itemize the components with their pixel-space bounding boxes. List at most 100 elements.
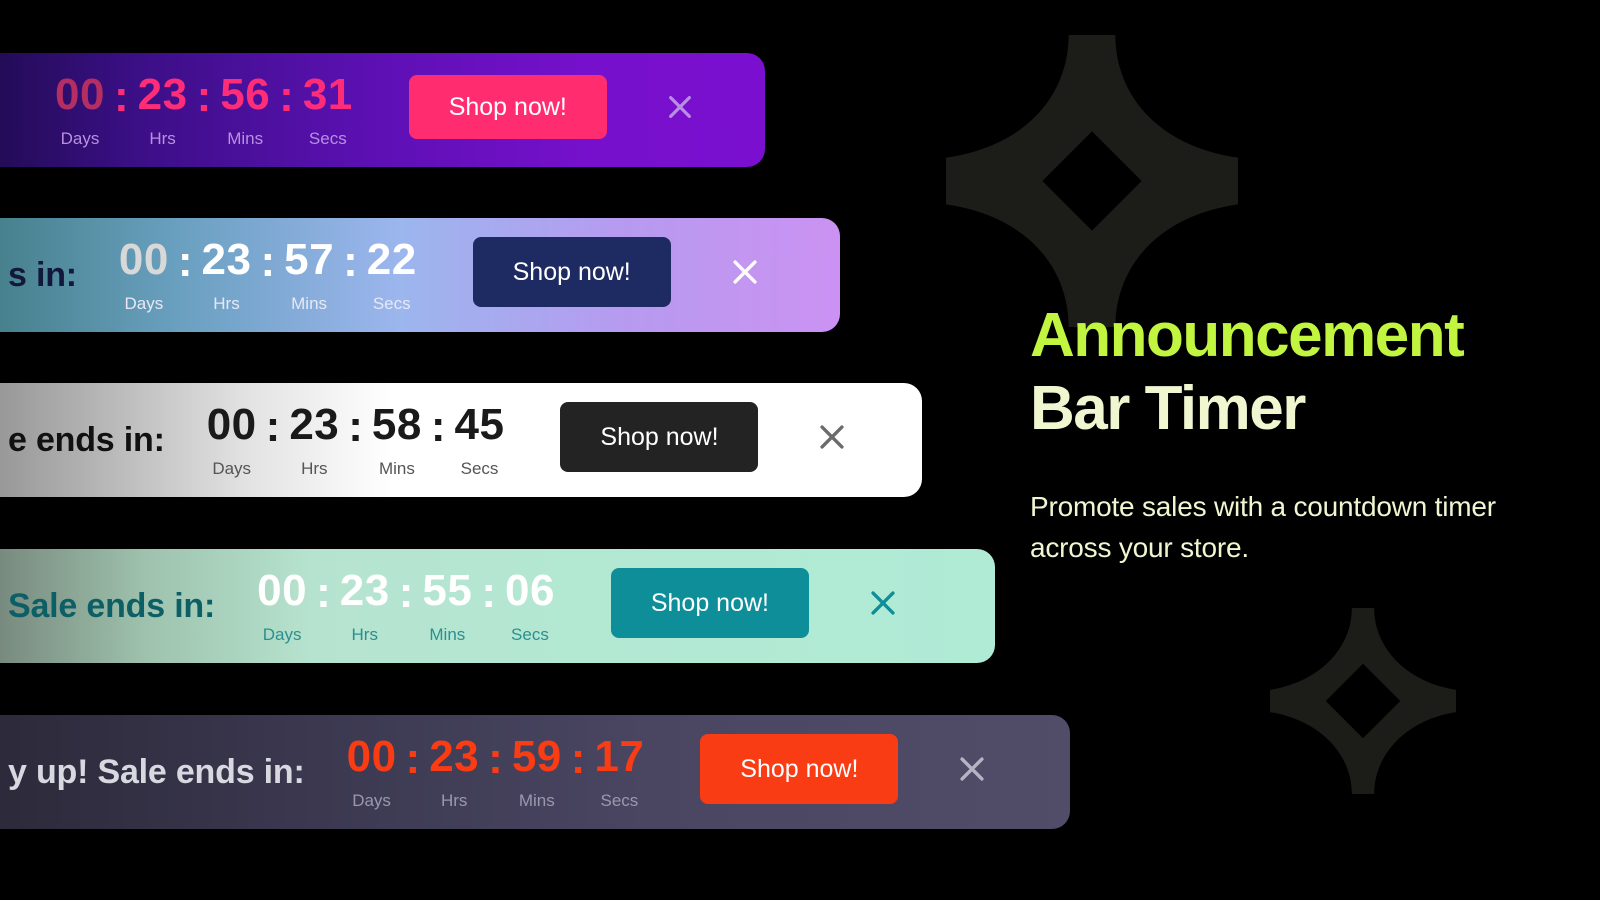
timer-unit-label: Secs [600, 791, 639, 810]
shop-now-button[interactable]: Shop now! [472, 237, 671, 307]
timer-unit-days: 00 Days [118, 235, 169, 313]
timer-unit-value: 17 [594, 732, 645, 781]
timer-unit-label: Days [262, 625, 302, 644]
timer-unit-value: 00 [55, 70, 105, 119]
timer-unit-days: 00 Days [206, 400, 257, 478]
timer-unit-label: Hrs [213, 294, 240, 313]
timer-unit-value: 22 [366, 235, 417, 284]
announcement-bar-label: s in: [8, 255, 77, 294]
shop-now-button[interactable]: Shop now! [408, 75, 607, 139]
timer-unit-label: Hrs [351, 625, 378, 644]
hero-subcopy: Promote sales with a countdown timer acr… [1030, 491, 1496, 563]
announcement-bar: s in: 00 Days:23 Hrs:57 Mins:22 Secs Shop now! [0, 218, 840, 332]
timer-unit-label: Mins [291, 294, 328, 313]
timer-unit-label: Secs [460, 459, 499, 478]
timer-unit-mins: 55 Mins [422, 566, 473, 644]
timer-unit-label: Mins [429, 625, 466, 644]
timer-unit-value: 06 [504, 566, 555, 615]
timer-unit-label: Secs [372, 294, 411, 313]
timer-unit-value: 31 [302, 70, 353, 119]
timer-unit-value: 00 [257, 566, 308, 615]
announcement-bar-label: e ends in: [8, 420, 165, 459]
timer-unit-label: Days [60, 129, 100, 148]
timer-unit-value: 57 [284, 235, 335, 284]
announcement-bar: 00 Days:23 Hrs:56 Mins:31 Secs Shop now! [0, 53, 765, 167]
timer-unit-value: 58 [371, 400, 422, 449]
timer-unit-mins: 57 Mins [284, 235, 335, 313]
timer-separator: : [405, 734, 421, 783]
timer-unit-mins: 59 Mins [511, 732, 562, 810]
headline-line-2: Bar Timer [1030, 373, 1306, 443]
timer-unit-secs: 06 Secs [504, 566, 555, 644]
timer-separator: : [177, 237, 193, 286]
announcement-bar: Sale ends in: 00 Days:23 Hrs:55 Mins:06 Secs S… [0, 549, 995, 663]
close-icon[interactable] [721, 248, 769, 296]
close-icon[interactable] [859, 579, 907, 627]
shop-now-button[interactable]: Shop now! [700, 734, 899, 804]
timer-separator: : [113, 72, 129, 121]
timer-unit-label: Hrs [301, 459, 328, 478]
timer-unit-value: 56 [220, 70, 271, 119]
timer-unit-hrs: 23 Hrs [289, 400, 340, 478]
timer-unit-value: 55 [422, 566, 473, 615]
timer-unit-label: Hrs [149, 129, 176, 148]
timer-unit-value: 23 [339, 566, 390, 615]
timer-unit-value: 23 [289, 400, 340, 449]
timer-unit-secs: 22 Secs [366, 235, 417, 313]
countdown-timer: 00 Days:23 Hrs:56 Mins:31 Secs [55, 70, 353, 148]
timer-separator: : [265, 402, 281, 451]
timer-separator: : [570, 734, 586, 783]
timer-unit-secs: 17 Secs [594, 732, 645, 810]
timer-unit-label: Mins [378, 459, 415, 478]
hero-copy: Announcement Bar Timer Promote sales wit… [1030, 300, 1550, 569]
timer-separator: : [260, 237, 276, 286]
timer-separator: : [196, 72, 212, 121]
timer-unit-label: Days [124, 294, 164, 313]
timer-separator: : [348, 402, 363, 451]
timer-unit-secs: 45 Secs [454, 400, 505, 478]
timer-unit-value: 00 [206, 400, 257, 449]
timer-unit-label: Days [352, 791, 391, 810]
close-icon[interactable] [657, 84, 703, 130]
timer-unit-hrs: 23 Hrs [201, 235, 252, 313]
timer-separator: : [343, 237, 358, 286]
announcement-bar-label: y up! Sale ends in: [8, 752, 305, 791]
shop-now-button[interactable]: Shop now! [560, 402, 759, 472]
timer-unit-value: 00 [346, 732, 397, 781]
timer-unit-value: 23 [429, 732, 480, 781]
announcement-bar: e ends in: 00 Days:23 Hrs:58 Mins:45 Secs Shop… [0, 383, 922, 497]
timer-unit-hrs: 23 Hrs [429, 732, 480, 810]
page-title: Announcement Bar Timer [1030, 300, 1550, 445]
shop-now-button[interactable]: Shop now! [610, 568, 809, 638]
timer-unit-mins: 56 Mins [220, 70, 271, 148]
four-point-star-icon [1270, 608, 1456, 794]
timer-separator: : [316, 568, 331, 617]
four-point-star-icon [918, 35, 1266, 327]
timer-unit-value: 23 [201, 235, 252, 284]
timer-unit-label: Mins [227, 129, 264, 148]
countdown-timer: 00 Days:23 Hrs:55 Mins:06 Secs [257, 566, 555, 644]
timer-unit-label: Mins [518, 791, 555, 810]
announcement-bar: y up! Sale ends in: 00 Days:23 Hrs:59 Mins:1… [0, 715, 1070, 829]
timer-unit-label: Days [212, 459, 252, 478]
timer-unit-secs: 31 Secs [302, 70, 353, 148]
timer-unit-label: Hrs [440, 791, 468, 810]
headline-line-1: Announcement [1030, 301, 1465, 370]
timer-unit-value: 45 [454, 400, 505, 449]
timer-unit-mins: 58 Mins [371, 400, 422, 478]
timer-unit-value: 00 [118, 235, 169, 284]
timer-unit-label: Secs [511, 625, 549, 644]
timer-unit-label: Secs [308, 129, 347, 148]
timer-separator: : [279, 72, 294, 121]
close-icon[interactable] [808, 413, 856, 461]
timer-unit-value: 59 [511, 732, 562, 781]
timer-unit-hrs: 23 Hrs [339, 566, 390, 644]
countdown-timer: 00 Days:23 Hrs:57 Mins:22 Secs [118, 235, 417, 313]
timer-unit-days: 00 Days [257, 566, 308, 644]
timer-unit-days: 00 Days [55, 70, 105, 148]
countdown-timer: 00 Days:23 Hrs:59 Mins:17 Secs [346, 732, 645, 810]
timer-separator: : [430, 402, 446, 451]
close-icon[interactable] [948, 745, 996, 793]
timer-separator: : [398, 568, 414, 617]
timer-unit-value: 23 [137, 70, 188, 119]
